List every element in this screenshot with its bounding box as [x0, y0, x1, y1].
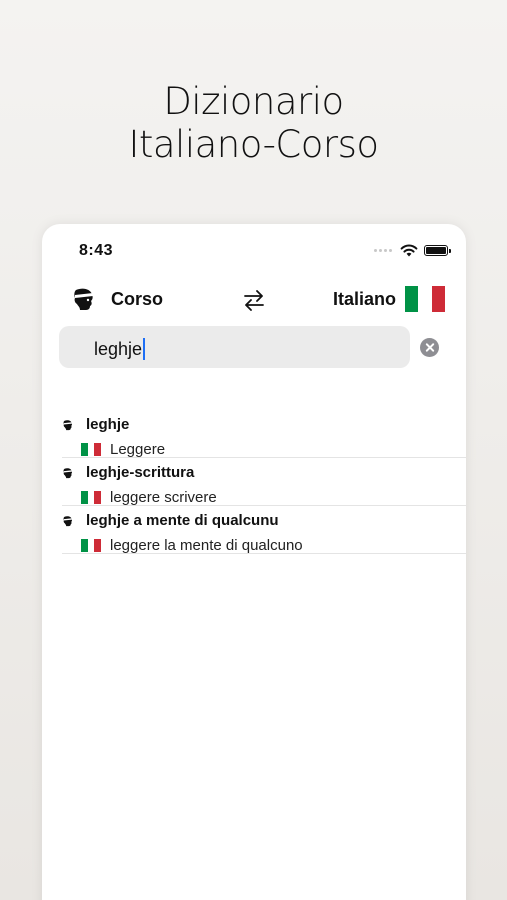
italian-flag-icon [405, 286, 445, 312]
text-caret [143, 338, 146, 360]
result-word: leghje-scrittura [86, 464, 195, 481]
swap-arrows-icon[interactable] [241, 287, 267, 313]
result-head: leghje [62, 416, 129, 433]
result-word: leghje [86, 416, 130, 433]
result-translation: Leggere [81, 441, 165, 458]
result-word: leghje a mente di qualcunu [86, 512, 279, 529]
result-head: leghje a mente di qualcunu [62, 512, 279, 529]
results-list: leghje Leggere leghje-scrittura leggere scr… [42, 410, 466, 554]
phone-screen: 8:43 Corso Italiano leghje leghje Legger… [42, 224, 466, 900]
battery-icon [424, 245, 451, 256]
moor-head-icon [63, 467, 73, 478]
moor-head-icon [74, 288, 93, 310]
promo-headline: Dizionario Italiano-Corso [0, 80, 507, 166]
wifi-icon [400, 244, 418, 257]
result-translation-text: leggere la mente di qualcuno [110, 537, 303, 554]
search-input-value: leghje [94, 338, 146, 360]
result-head: leghje-scrittura [62, 464, 194, 481]
status-time: 8:43 [79, 242, 114, 259]
source-language-label: Corso [111, 288, 164, 309]
result-row[interactable]: leghje-scrittura leggere scrivere [62, 458, 466, 506]
headline-line-2: Italiano-Corso [128, 123, 379, 166]
result-row[interactable]: leghje Leggere [62, 410, 466, 458]
source-language-selector[interactable]: Corso [71, 286, 163, 312]
search-input[interactable]: leghje [59, 326, 410, 368]
target-language-selector[interactable]: Italiano [333, 286, 445, 312]
italian-flag-icon [81, 539, 102, 552]
language-bar: Corso Italiano [42, 284, 466, 316]
italian-flag-icon [81, 491, 102, 504]
headline-line-1: Dizionario [163, 80, 344, 123]
italian-flag-icon [81, 443, 102, 456]
result-translation-text: Leggere [110, 441, 166, 458]
signal-dots-icon [374, 249, 392, 252]
target-language-label: Italiano [332, 288, 396, 309]
clear-search-button[interactable] [420, 338, 439, 357]
status-icons [374, 244, 451, 257]
result-translation: leggere scrivere [81, 489, 217, 506]
result-row[interactable]: leghje a mente di qualcunu leggere la men… [62, 506, 466, 554]
moor-head-icon [63, 419, 73, 430]
result-translation: leggere la mente di qualcuno [81, 537, 303, 554]
result-translation-text: leggere scrivere [110, 489, 217, 506]
moor-head-icon [63, 515, 73, 526]
status-bar: 8:43 [42, 224, 466, 276]
